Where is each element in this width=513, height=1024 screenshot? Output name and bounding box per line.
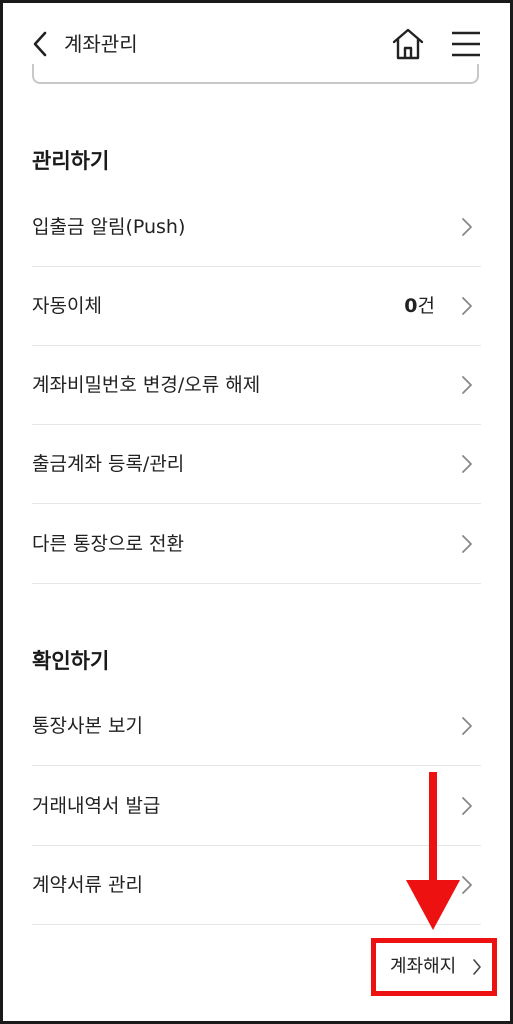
menu-button[interactable] [448, 26, 484, 62]
page-title: 계좌관리 [64, 32, 138, 56]
annotation-arrow-icon [406, 772, 460, 930]
terminate-account-label: 계좌해지 [390, 956, 457, 977]
count-value: 0 [404, 295, 418, 317]
menu-item-label: 계좌비밀번호 변경/오류 해제 [32, 374, 261, 396]
menu-item-passbook-copy[interactable]: 통장사본 보기 [32, 687, 481, 766]
chevron-right-icon [462, 297, 472, 315]
hamburger-menu-icon [452, 31, 480, 57]
home-button[interactable] [390, 26, 426, 62]
section-title-check: 확인하기 [32, 649, 110, 673]
menu-item-deposit-withdrawal-alert[interactable]: 입출금 알림(Push) [32, 188, 481, 267]
menu-item-label: 통장사본 보기 [32, 715, 143, 737]
section-title-manage: 관리하기 [32, 149, 110, 173]
chevron-left-icon [33, 31, 47, 57]
terminate-account-button[interactable]: 계좌해지 [371, 938, 497, 996]
home-icon [392, 28, 424, 60]
menu-item-label: 출금계좌 등록/관리 [32, 453, 185, 475]
top-app-bar: 계좌관리 [0, 0, 513, 86]
account-card-edge [32, 64, 479, 84]
menu-item-label: 계약서류 관리 [32, 874, 143, 896]
auto-transfer-count: 0건 [404, 267, 435, 345]
count-unit: 건 [417, 295, 435, 317]
chevron-right-icon [462, 535, 472, 553]
menu-item-label: 다른 통장으로 전환 [32, 533, 184, 555]
menu-item-label: 거래내역서 발급 [32, 795, 161, 817]
menu-item-switch-account[interactable]: 다른 통장으로 전환 [32, 505, 481, 584]
menu-item-auto-transfer[interactable]: 자동이체 0건 [32, 267, 481, 346]
back-button[interactable] [28, 28, 54, 60]
chevron-right-icon [462, 717, 472, 735]
chevron-right-icon [462, 376, 472, 394]
chevron-right-icon [462, 218, 472, 236]
menu-item-withdrawal-account[interactable]: 출금계좌 등록/관리 [32, 425, 481, 504]
menu-item-label: 자동이체 [32, 295, 102, 317]
chevron-right-icon [462, 455, 472, 473]
menu-item-label: 입출금 알림(Push) [32, 216, 186, 238]
chevron-right-icon [473, 959, 481, 975]
menu-item-change-password[interactable]: 계좌비밀번호 변경/오류 해제 [32, 346, 481, 425]
